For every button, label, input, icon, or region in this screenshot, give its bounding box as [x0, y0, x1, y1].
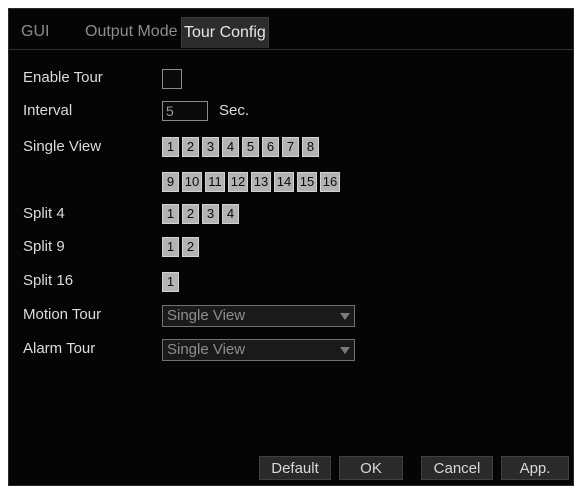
apply-button[interactable]: App.	[501, 456, 569, 480]
single-view-button-1[interactable]: 1	[162, 137, 179, 157]
default-button[interactable]: Default	[259, 456, 331, 480]
cancel-button[interactable]: Cancel	[421, 456, 493, 480]
split9-button-2[interactable]: 2	[182, 237, 199, 257]
alarm-tour-select[interactable]: Single View	[162, 339, 355, 361]
tab-output-mode[interactable]: Output Mode	[85, 19, 178, 45]
split4-row: 1 2 3 4	[162, 204, 239, 224]
single-view-button-16[interactable]: 16	[320, 172, 340, 192]
interval-input[interactable]: 5	[162, 101, 208, 121]
tour-config-dialog: GUI Output Mode Tour Config Enable Tour …	[8, 8, 574, 486]
motion-tour-value: Single View	[167, 307, 246, 324]
enable-tour-label: Enable Tour	[23, 69, 103, 86]
split4-button-4[interactable]: 4	[222, 204, 239, 224]
split9-row: 1 2	[162, 237, 199, 257]
single-view-button-6[interactable]: 6	[262, 137, 279, 157]
single-view-button-11[interactable]: 11	[205, 172, 225, 192]
single-view-button-3[interactable]: 3	[202, 137, 219, 157]
interval-unit: Sec.	[219, 102, 250, 119]
single-view-button-8[interactable]: 8	[302, 137, 319, 157]
split9-button-1[interactable]: 1	[162, 237, 179, 257]
split4-label: Split 4	[23, 205, 65, 222]
dropdown-arrow-icon	[340, 347, 350, 354]
split16-button-1[interactable]: 1	[162, 272, 179, 292]
single-view-row-1: 1 2 3 4 5 6 7 8	[162, 137, 319, 157]
alarm-tour-label: Alarm Tour	[23, 340, 96, 357]
single-view-button-4[interactable]: 4	[222, 137, 239, 157]
single-view-button-14[interactable]: 14	[274, 172, 294, 192]
alarm-tour-value: Single View	[167, 341, 246, 358]
single-view-button-12[interactable]: 12	[228, 172, 248, 192]
single-view-button-9[interactable]: 9	[162, 172, 179, 192]
single-view-button-13[interactable]: 13	[251, 172, 271, 192]
single-view-button-2[interactable]: 2	[182, 137, 199, 157]
motion-tour-label: Motion Tour	[23, 306, 102, 323]
tab-gui[interactable]: GUI	[21, 19, 49, 45]
single-view-button-7[interactable]: 7	[282, 137, 299, 157]
split16-label: Split 16	[23, 272, 74, 289]
single-view-row-2: 9 10 11 12 13 14 15 16	[162, 172, 340, 192]
motion-tour-select[interactable]: Single View	[162, 305, 355, 327]
single-view-label: Single View	[23, 138, 102, 155]
single-view-button-10[interactable]: 10	[182, 172, 202, 192]
split4-button-3[interactable]: 3	[202, 204, 219, 224]
ok-button[interactable]: OK	[339, 456, 403, 480]
split4-button-1[interactable]: 1	[162, 204, 179, 224]
tab-tour-config[interactable]: Tour Config	[181, 17, 269, 48]
split9-label: Split 9	[23, 238, 65, 255]
interval-label: Interval	[23, 102, 73, 119]
dropdown-arrow-icon	[340, 313, 350, 320]
tab-bar: GUI Output Mode Tour Config	[9, 9, 573, 50]
single-view-button-15[interactable]: 15	[297, 172, 317, 192]
split16-row: 1	[162, 272, 179, 292]
single-view-button-5[interactable]: 5	[242, 137, 259, 157]
split4-button-2[interactable]: 2	[182, 204, 199, 224]
enable-tour-checkbox[interactable]	[162, 69, 182, 89]
